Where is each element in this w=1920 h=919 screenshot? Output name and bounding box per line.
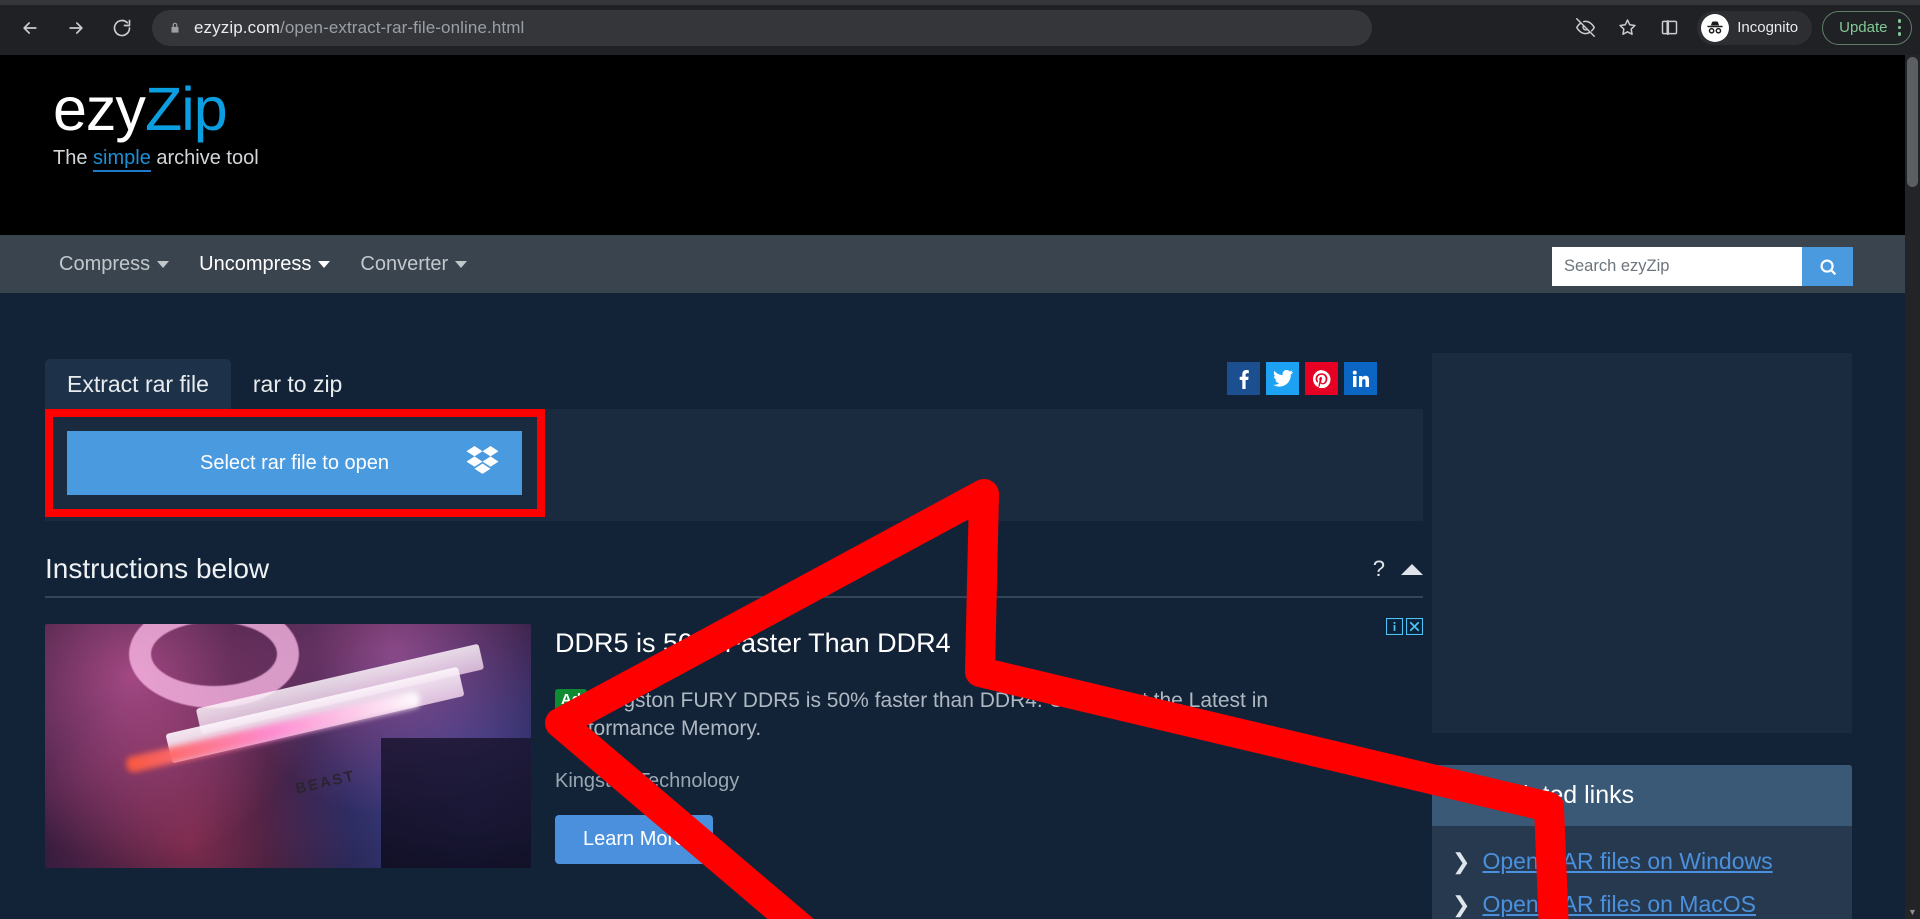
- ad-controls: [1386, 618, 1423, 635]
- site-logo[interactable]: ezyZip: [53, 79, 228, 140]
- three-dot-menu-icon[interactable]: [1897, 19, 1901, 36]
- tab-extract-rar-file[interactable]: Extract rar file: [45, 359, 231, 409]
- ad-badge: Ad: [555, 689, 587, 712]
- nav-menu: Compress Uncompress Converter: [44, 245, 482, 284]
- related-links-list: ❯ Open RAR files on Windows ❯ Open RAR f…: [1432, 826, 1852, 919]
- link-chain-icon: [1458, 789, 1474, 802]
- select-button-label: Select rar file to open: [200, 451, 389, 474]
- list-item[interactable]: ❯ Open RAR files on MacOS: [1452, 891, 1832, 918]
- forward-arrow-icon[interactable]: [56, 8, 96, 48]
- nav-item-label: Uncompress: [199, 252, 312, 275]
- nav-item-uncompress[interactable]: Uncompress: [184, 245, 345, 284]
- browser-window: ezyzip.com/open-extract-rar-file-online.…: [0, 0, 1920, 919]
- tab-label: Extract rar file: [67, 371, 209, 397]
- site-tagline: The simple archive tool: [53, 147, 259, 172]
- side-panel-icon[interactable]: [1649, 8, 1689, 48]
- select-rar-file-button[interactable]: Select rar file to open: [67, 431, 522, 495]
- site-masthead: ezyZip The simple archive tool: [0, 55, 1905, 235]
- address-bar[interactable]: ezyzip.com/open-extract-rar-file-online.…: [152, 9, 1372, 46]
- right-column: Related links ❯ Open RAR files on Window…: [1432, 353, 1852, 919]
- chevron-right-icon: ❯: [1452, 848, 1471, 874]
- url-text: ezyzip.com/open-extract-rar-file-online.…: [194, 18, 524, 38]
- nav-item-label: Compress: [59, 252, 151, 275]
- tab-label: rar to zip: [252, 371, 343, 397]
- question-mark-icon[interactable]: ?: [1373, 556, 1385, 582]
- close-icon[interactable]: [1406, 618, 1423, 635]
- logo-text-secondary: Zip: [144, 75, 228, 143]
- chevron-up-icon[interactable]: [1401, 563, 1423, 575]
- related-link-label[interactable]: Open RAR files on MacOS: [1482, 891, 1756, 918]
- navigation-buttons: [10, 8, 142, 48]
- back-arrow-icon[interactable]: [10, 8, 50, 48]
- instructions-header: Instructions below ?: [45, 553, 1423, 598]
- main-column: Extract rar file rar to zip Select rar f…: [45, 353, 1423, 868]
- url-host: ezyzip.com: [194, 17, 281, 37]
- incognito-profile-button[interactable]: Incognito: [1697, 10, 1813, 45]
- ad-image[interactable]: BEAST: [45, 624, 531, 868]
- upload-panel: Select rar file to open: [45, 362, 1423, 521]
- pinterest-icon[interactable]: [1305, 362, 1338, 395]
- star-icon[interactable]: [1607, 8, 1647, 48]
- incognito-label: Incognito: [1737, 19, 1799, 36]
- logo-text-primary: ezy: [53, 75, 146, 143]
- decorative-motherboard: [381, 738, 531, 868]
- nav-item-converter[interactable]: Converter: [345, 245, 482, 284]
- instructions-controls: ?: [1373, 556, 1423, 585]
- search-input[interactable]: [1552, 247, 1802, 286]
- tagline-after: archive tool: [150, 147, 259, 169]
- ad-advertiser: Kingston Technology: [555, 769, 740, 792]
- search-button[interactable]: [1802, 247, 1853, 286]
- search-icon: [1819, 258, 1836, 275]
- ad-title[interactable]: DDR5 is 50% Faster Than DDR4: [555, 628, 1423, 659]
- incognito-icon: [1701, 13, 1730, 42]
- list-item[interactable]: ❯ Open RAR files on Windows: [1452, 848, 1832, 875]
- nav-item-compress[interactable]: Compress: [44, 245, 184, 284]
- related-link-label[interactable]: Open RAR files on Windows: [1482, 848, 1772, 875]
- related-links-title: Related links: [1491, 781, 1635, 809]
- tagline-highlight: simple: [93, 147, 151, 172]
- instructions-title: Instructions below: [45, 553, 270, 584]
- dropbox-icon[interactable]: [466, 444, 500, 482]
- page-scrollbar[interactable]: ▲ ▼: [1905, 55, 1920, 919]
- update-label: Update: [1839, 19, 1888, 36]
- chevron-down-icon: [318, 260, 331, 268]
- scrollbar-thumb[interactable]: [1907, 57, 1918, 187]
- learn-more-button[interactable]: Learn More: [555, 814, 714, 864]
- chevron-down-icon: [157, 260, 170, 268]
- eye-slash-icon[interactable]: [1565, 8, 1605, 48]
- nav-item-label: Converter: [360, 252, 449, 275]
- reload-icon[interactable]: [102, 8, 142, 48]
- site-navbar: Compress Uncompress Converter: [0, 235, 1905, 293]
- ad-body: DDR5 is 50% Faster Than DDR4 Ad Kingston …: [555, 618, 1423, 868]
- tagline-before: The: [53, 147, 94, 169]
- linkedin-icon[interactable]: [1344, 362, 1377, 395]
- lock-icon: [168, 20, 182, 36]
- url-path: /open-extract-rar-file-online.html: [280, 17, 525, 37]
- ad-description-text: Kingston FURY DDR5 is 50% faster than DD…: [555, 689, 1269, 741]
- related-links-header: Related links: [1432, 765, 1852, 826]
- facebook-icon[interactable]: [1227, 362, 1260, 395]
- toolbar-right-actions: Incognito Update: [1565, 0, 1912, 55]
- scroll-down-arrow-icon[interactable]: ▼: [1905, 904, 1920, 919]
- chevron-down-icon: [455, 260, 468, 268]
- site-search: [1552, 247, 1853, 286]
- advertisement: BEAST DDR5 is 50% Faster Than DDR4 Ad Kin…: [45, 618, 1423, 868]
- info-icon[interactable]: [1386, 618, 1403, 635]
- browser-toolbar: ezyzip.com/open-extract-rar-file-online.…: [0, 0, 1920, 55]
- twitter-icon[interactable]: [1266, 362, 1299, 395]
- chevron-right-icon: ❯: [1452, 891, 1471, 917]
- social-share-buttons: [1227, 362, 1377, 395]
- update-button[interactable]: Update: [1822, 10, 1912, 45]
- page-viewport: ezyZip The simple archive tool Compress …: [0, 55, 1905, 919]
- tool-tabs: Extract rar file rar to zip: [45, 353, 1423, 409]
- tab-rar-to-zip[interactable]: rar to zip: [231, 359, 364, 409]
- ad-slot-sidebar: [1432, 353, 1852, 733]
- ad-description: Ad Kingston FURY DDR5 is 50% faster than …: [555, 687, 1345, 744]
- related-links-panel: Related links ❯ Open RAR files on Window…: [1432, 765, 1852, 919]
